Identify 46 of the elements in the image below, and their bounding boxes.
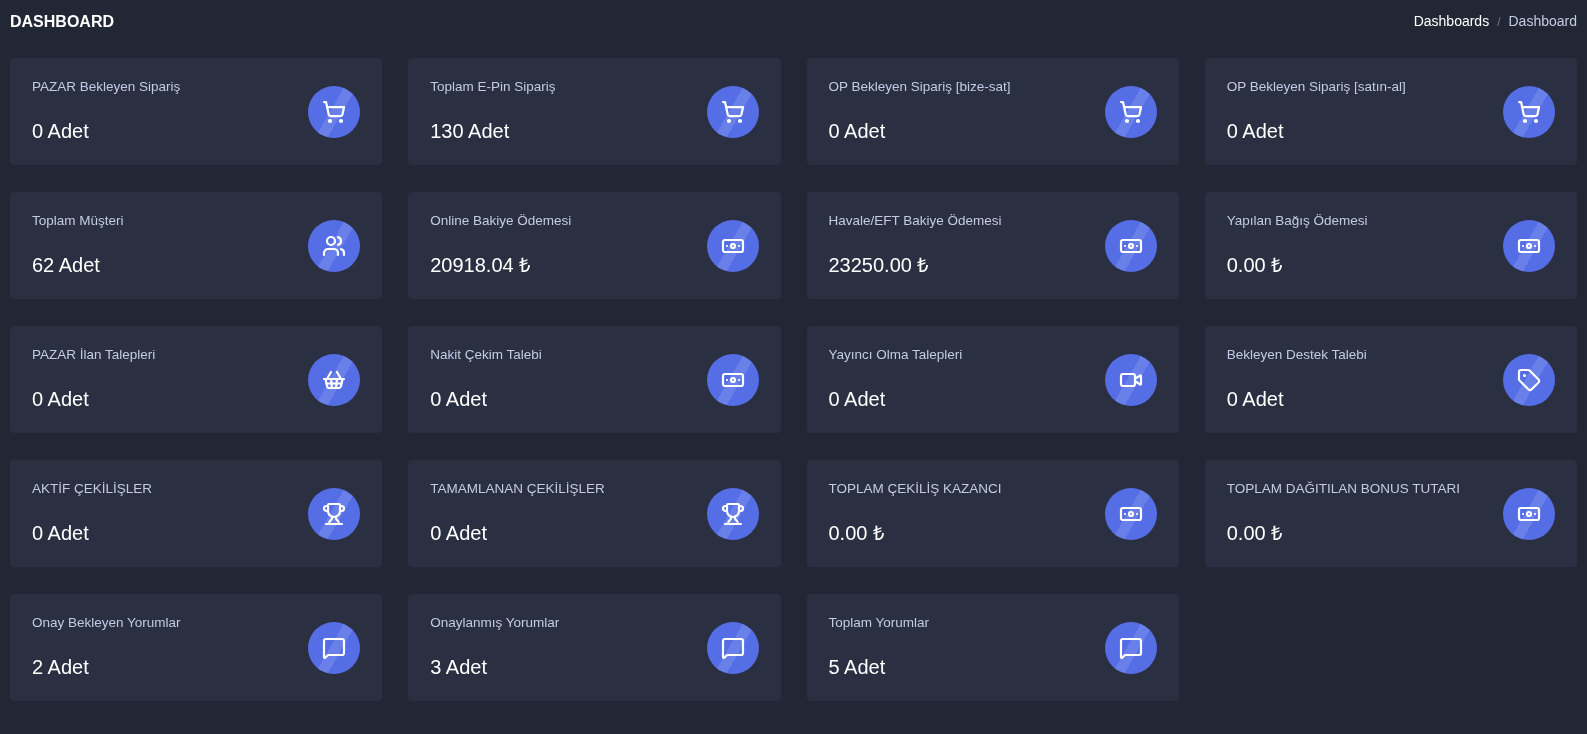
card-title: OP Bekleyen Sipariş [satın-al] bbox=[1226, 78, 1406, 97]
cart-badge-icon bbox=[1503, 85, 1555, 138]
card-title: TOPLAM DAĞITILAN BONUS TUTARI bbox=[1226, 480, 1461, 499]
card-value: 0 Adet bbox=[1226, 118, 1285, 144]
card-value: 0 Adet bbox=[430, 520, 488, 546]
card-title: TOPLAM ÇEKİLİŞ KAZANCI bbox=[828, 480, 1002, 499]
card-title: Yayıncı Olma Talepleri bbox=[828, 346, 963, 365]
breadcrumb-separator: / bbox=[1497, 13, 1501, 31]
card-value: 20918.04 ₺ bbox=[430, 252, 532, 278]
card-value: 2 Adet bbox=[32, 654, 90, 680]
card-value: 0 Adet bbox=[32, 520, 90, 546]
card-value: 0.00 ₺ bbox=[828, 520, 885, 546]
card-title: OP Bekleyen Sipariş [bize-sat] bbox=[828, 78, 1011, 97]
banknote-badge-icon bbox=[1503, 219, 1555, 272]
card-title: Toplam E-Pin Sipariş bbox=[430, 78, 556, 97]
card-title: Onaylanmış Yorumlar bbox=[430, 614, 560, 633]
card-title: TAMAMLANAN ÇEKİLİŞLER bbox=[430, 480, 605, 499]
card-value: 130 Adet bbox=[430, 118, 511, 144]
card-value: 0 Adet bbox=[430, 386, 488, 412]
card-title: Havale/EFT Bakiye Ödemesi bbox=[828, 212, 1002, 231]
card-title: Toplam Yorumlar bbox=[828, 614, 930, 633]
page-title: DASHBOARD bbox=[10, 11, 114, 32]
card-value: 0 Adet bbox=[1226, 386, 1285, 412]
card-value: 0 Adet bbox=[32, 118, 90, 144]
banknote-badge-icon bbox=[1503, 487, 1555, 540]
card-title: Online Bakiye Ödemesi bbox=[430, 212, 572, 231]
card-value: 5 Adet bbox=[828, 654, 887, 680]
breadcrumb-link[interactable]: Dashboard bbox=[1508, 11, 1577, 32]
card-title: Nakit Çekim Talebi bbox=[430, 346, 542, 365]
card-title: Toplam Müşteri bbox=[32, 212, 124, 231]
card-title: PAZAR Bekleyen Sipariş bbox=[32, 78, 181, 97]
card-title: PAZAR İlan Talepleri bbox=[32, 346, 156, 365]
card-value: 0.00 ₺ bbox=[1226, 252, 1284, 278]
card-value: 0.00 ₺ bbox=[1226, 520, 1284, 546]
card-title: Bekleyen Destek Talebi bbox=[1226, 346, 1367, 365]
card-title: Yapılan Bağış Ödemesi bbox=[1226, 212, 1368, 231]
card-value: 3 Adet bbox=[430, 654, 488, 680]
breadcrumb-link[interactable]: Dashboards bbox=[1413, 11, 1490, 32]
card-title: Onay Bekleyen Yorumlar bbox=[32, 614, 181, 633]
card-value: 0 Adet bbox=[828, 386, 887, 412]
card-value: 62 Adet bbox=[32, 252, 101, 278]
card-value: 23250.00 ₺ bbox=[828, 252, 930, 278]
tag-badge-icon bbox=[1503, 353, 1555, 406]
card-value: 0 Adet bbox=[32, 386, 90, 412]
card-value: 0 Adet bbox=[828, 118, 887, 144]
card-title: AKTİF ÇEKİLİŞLER bbox=[32, 480, 153, 499]
